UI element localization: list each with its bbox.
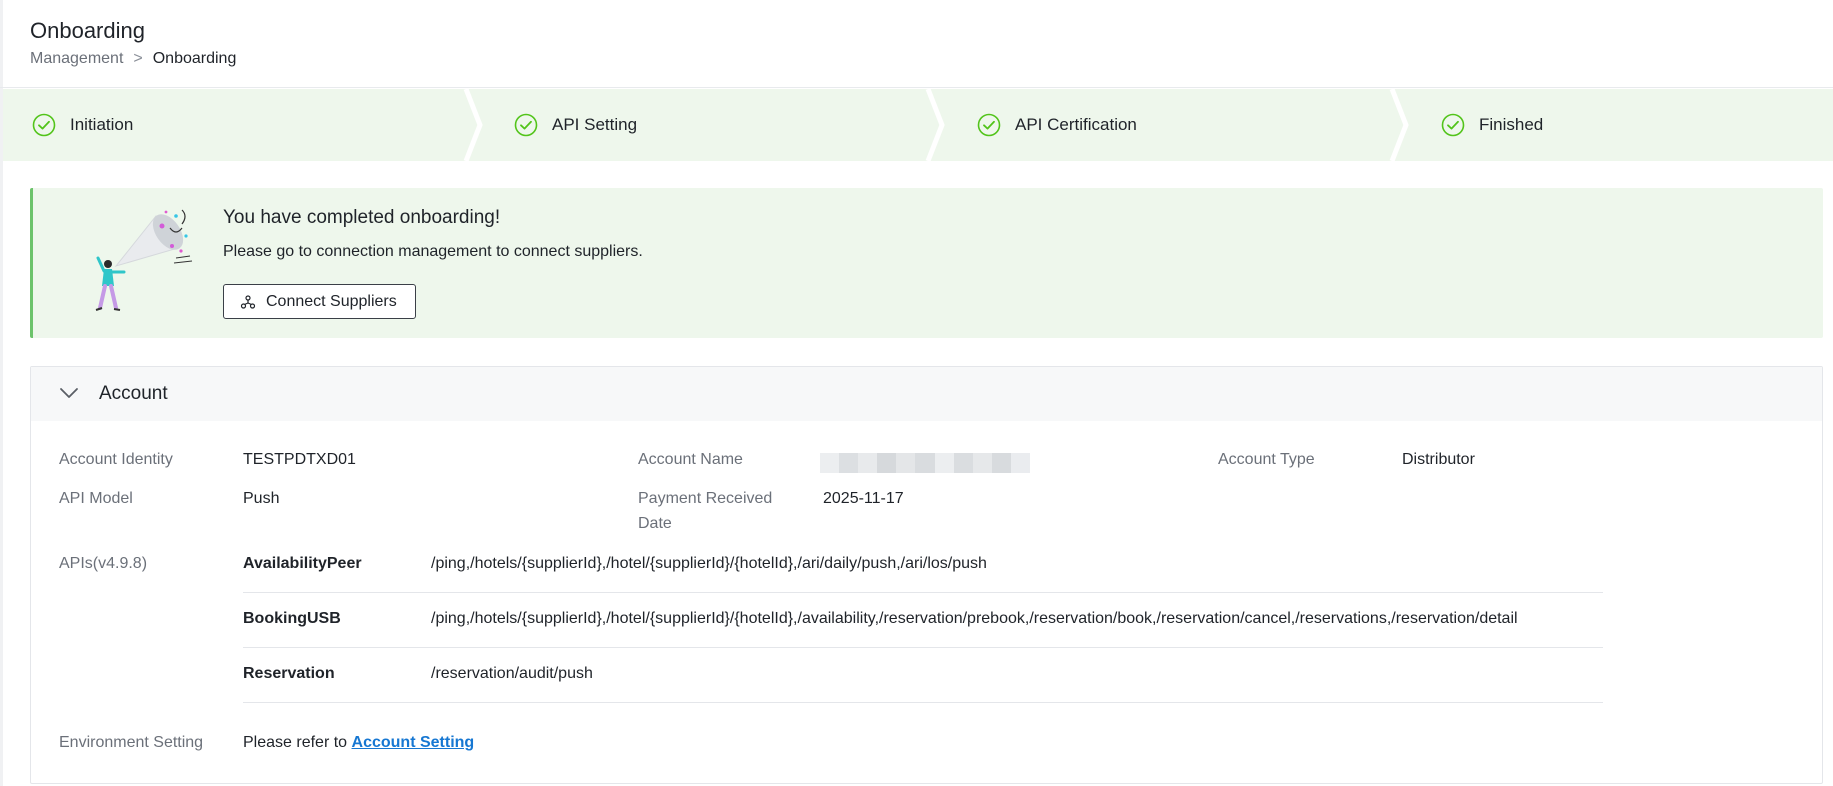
completion-banner: You have completed onboarding! Please go… [30,188,1823,338]
onboarding-steps: Initiation API Setting API Certification [3,89,1833,161]
step-divider [925,89,945,161]
api-model-label: API Model [59,490,133,507]
step-label: Finished [1479,115,1544,134]
account-identity-label: Account Identity [59,451,173,468]
account-panel-header[interactable]: Account [31,367,1822,421]
payment-date-label-line2: Date [638,515,672,532]
page-header: Onboarding Management > Onboarding [0,0,1833,88]
banner-title: You have completed onboarding! [223,207,501,228]
breadcrumb-management[interactable]: Management [30,50,123,67]
api-model-value: Push [243,490,280,507]
banner-text: Please go to connection management to co… [223,243,643,260]
page-title: Onboarding [30,18,145,43]
chevron-down-icon[interactable] [59,385,79,401]
account-name-redacted [820,453,1031,473]
breadcrumb: Management > Onboarding [30,50,236,68]
breadcrumb-current: Onboarding [152,50,237,67]
api-paths: /reservation/audit/push [431,665,593,682]
account-identity-value: TESTPDTXD01 [243,451,356,468]
step-divider [463,89,483,161]
account-panel: Account [30,366,1823,784]
environment-setting-text: Please refer to [243,734,348,751]
api-name: AvailabilityPeer [243,555,362,572]
api-row-divider [243,592,1603,593]
account-setting-link[interactable]: Account Setting [352,734,475,751]
api-name: Reservation [243,665,335,682]
api-paths: /ping,/hotels/{supplierId},/hotel/{suppl… [431,555,987,572]
payment-date-value: 2025-11-17 [823,490,904,507]
account-section-title: Account [99,383,168,404]
api-paths: /ping,/hotels/{supplierId},/hotel/{suppl… [431,610,1518,627]
step-finished: Finished [1441,89,1543,161]
check-circle-icon [977,113,1001,137]
network-icon [240,294,256,309]
api-name: BookingUSB [243,610,341,627]
onboarding-page: Onboarding Management > Onboarding Initiat… [0,0,1833,786]
api-row-divider [243,702,1603,703]
check-circle-icon [1441,113,1465,137]
step-initiation: Initiation [32,89,133,161]
step-api-setting: API Setting [514,89,637,161]
check-circle-icon [514,113,538,137]
api-row-divider [243,647,1603,648]
step-divider [1389,89,1409,161]
step-label: API Setting [552,115,638,134]
connect-suppliers-button[interactable]: Connect Suppliers [223,284,416,319]
step-api-certification: API Certification [977,89,1137,161]
account-type-value: Distributor [1402,451,1475,468]
account-name-label: Account Name [638,451,743,468]
check-circle-icon [32,113,56,137]
account-type-label: Account Type [1218,451,1315,468]
breadcrumb-separator: > [133,50,143,67]
environment-setting-value: Please refer to Account Setting [243,734,474,752]
celebration-illustration [95,209,193,311]
step-label: Initiation [70,115,134,134]
environment-setting-label: Environment Setting [59,734,204,751]
apis-label: APIs(v4.9.8) [59,555,148,572]
connect-suppliers-label: Connect Suppliers [266,292,397,310]
step-label: API Certification [1015,115,1137,134]
payment-date-label: Payment Received [638,490,773,507]
